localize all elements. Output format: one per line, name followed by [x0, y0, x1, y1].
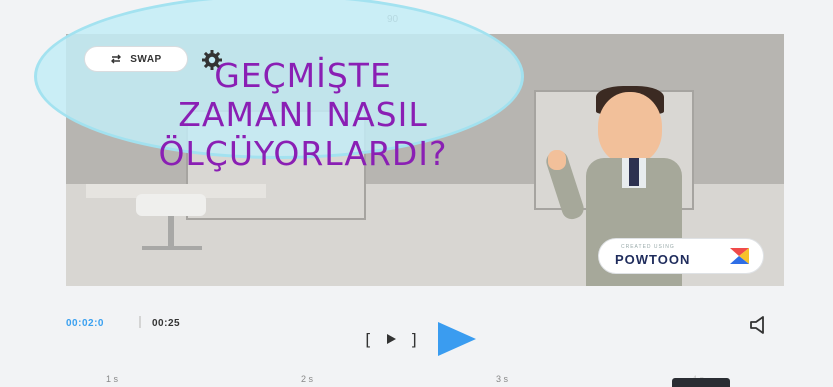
timeline-tick: 1 s — [106, 374, 119, 384]
character-head — [598, 92, 662, 164]
volume-icon[interactable] — [749, 316, 771, 334]
swap-button[interactable]: SWAP — [84, 46, 188, 72]
total-time: 00:25 — [152, 318, 181, 329]
video-editor: 90 GEÇMİŞTE ZAMANI NASIL ÖLÇÜYORLARDI? S… — [0, 0, 833, 387]
chair-leg — [168, 216, 174, 250]
gear-icon[interactable] — [200, 48, 224, 72]
swap-icon — [111, 54, 122, 64]
current-time: 00:02:0 — [66, 318, 104, 329]
powtoon-badge: CREATED USING POWTOON — [598, 238, 764, 274]
headline-line: ZAMANI NASIL — [178, 95, 428, 134]
chair-seat — [136, 194, 206, 216]
headline-text[interactable]: GEÇMİŞTE ZAMANI NASIL ÖLÇÜYORLARDI? — [93, 56, 513, 173]
swap-label: SWAP — [130, 53, 162, 65]
character-tie — [629, 158, 639, 186]
chair-base — [142, 246, 202, 250]
timeline-tick: 3 s — [496, 374, 509, 384]
time-separator — [139, 316, 141, 328]
headline-line: ÖLÇÜYORLARDI? — [158, 134, 448, 173]
badge-caption: CREATED USING — [621, 244, 675, 250]
small-play-icon — [387, 334, 396, 344]
timeline-tick: 2 s — [301, 374, 314, 384]
powtoon-mark-icon — [730, 248, 749, 264]
play-icon[interactable] — [436, 321, 478, 357]
play-frame-button[interactable]: [ ] — [363, 326, 419, 352]
timeline-playhead[interactable] — [672, 378, 730, 387]
character-hand — [548, 150, 566, 170]
bracket-left: [ — [363, 329, 373, 349]
powtoon-logo: POWTOON — [615, 252, 691, 267]
bracket-right: ] — [409, 329, 419, 349]
